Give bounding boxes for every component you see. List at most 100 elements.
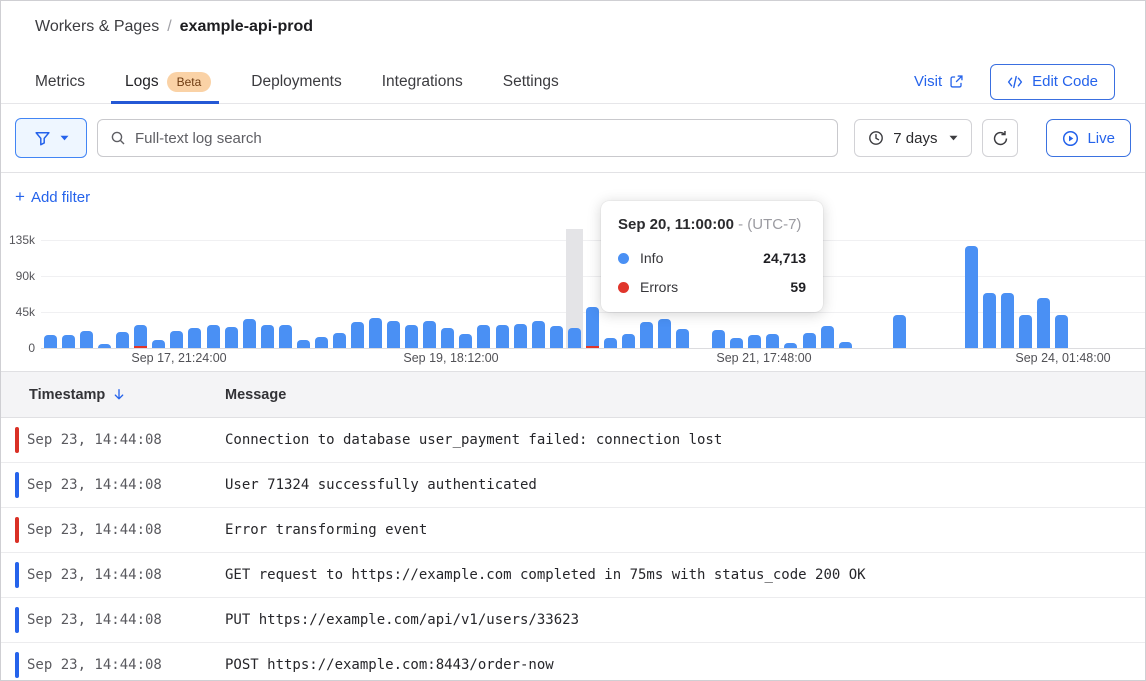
add-filter-button[interactable]: + Add filter (15, 187, 90, 207)
tab-integrations[interactable]: Integrations (382, 60, 463, 103)
chart-bar[interactable] (62, 335, 75, 348)
chart-bar[interactable] (188, 328, 201, 348)
chart-bar[interactable] (983, 293, 996, 348)
chart-bar[interactable] (1001, 293, 1014, 348)
log-row[interactable]: Sep 23, 14:44:08Connection to database u… (1, 418, 1145, 463)
chart-bar-info-segment (423, 321, 436, 348)
chart-bar[interactable] (134, 325, 147, 348)
chart-bar[interactable] (748, 335, 761, 348)
chart-bar[interactable] (550, 326, 563, 348)
chart-bar-info-segment (839, 342, 852, 348)
gridline (41, 240, 1145, 241)
live-button[interactable]: Live (1046, 119, 1131, 157)
chart-tooltip: Sep 20, 11:00:00 - (UTC-7) Info24,713Err… (601, 201, 823, 312)
log-timestamp: Sep 23, 14:44:08 (27, 612, 225, 628)
chart-bar-info-segment (188, 328, 201, 348)
log-row[interactable]: Sep 23, 14:44:08PUT https://example.com/… (1, 598, 1145, 643)
chart-bar[interactable] (351, 322, 364, 348)
search-icon (110, 130, 126, 146)
chart-bar[interactable] (568, 328, 581, 348)
chart-bar[interactable] (640, 322, 653, 348)
chart-bar[interactable] (170, 331, 183, 348)
log-row[interactable]: Sep 23, 14:44:08GET request to https://e… (1, 553, 1145, 598)
chart-bar[interactable] (784, 343, 797, 348)
chart-bar[interactable] (1019, 315, 1032, 348)
visit-link[interactable]: Visit (914, 73, 964, 90)
log-row[interactable]: Sep 23, 14:44:08Error transforming event (1, 508, 1145, 553)
chart-bar[interactable] (279, 325, 292, 348)
workers-logs-page: Workers & Pages / example-api-prod Metri… (0, 0, 1146, 681)
chart-bar[interactable] (225, 327, 238, 348)
log-search (97, 119, 838, 157)
chart-bar[interactable] (712, 330, 725, 348)
chart-bar[interactable] (839, 342, 852, 348)
sort-desc-icon (112, 387, 126, 402)
chart-bar[interactable] (387, 321, 400, 348)
chart-bar-info-segment (766, 334, 779, 348)
chart-bar[interactable] (333, 333, 346, 348)
chart-bar[interactable] (315, 337, 328, 348)
filter-menu-button[interactable] (15, 118, 87, 158)
chart-bar[interactable] (1037, 298, 1050, 348)
tooltip-timezone: - (UTC-7) (738, 216, 801, 233)
chart-bar-info-segment (784, 343, 797, 348)
chart-bar[interactable] (98, 344, 111, 348)
chart-bar[interactable] (803, 333, 816, 348)
chart-bar[interactable] (369, 318, 382, 348)
time-range-select[interactable]: 7 days (854, 119, 972, 157)
log-row[interactable]: Sep 23, 14:44:08POST https://example.com… (1, 643, 1145, 681)
chart-bar[interactable] (423, 321, 436, 348)
y-axis-tick: 135k (1, 233, 35, 247)
chart-bar[interactable] (44, 335, 57, 348)
tab-label: Logs (125, 73, 159, 91)
timestamp-column-header[interactable]: Timestamp (1, 387, 225, 403)
chart-bar[interactable] (658, 319, 671, 348)
chart-bar[interactable] (1055, 315, 1068, 348)
tab-settings[interactable]: Settings (503, 60, 559, 103)
chart-bar[interactable] (459, 334, 472, 348)
chart-bar-info-segment (803, 333, 816, 348)
legend-label: Errors (640, 279, 678, 295)
chart-bar[interactable] (893, 315, 906, 348)
chart-bar[interactable] (405, 325, 418, 348)
tab-logs[interactable]: LogsBeta (125, 60, 211, 103)
chart-bar[interactable] (622, 334, 635, 348)
chart-bar[interactable] (821, 326, 834, 348)
chart-bar[interactable] (730, 338, 743, 348)
chart-bar[interactable] (586, 307, 599, 348)
chart-bar[interactable] (676, 329, 689, 348)
chart-bar[interactable] (261, 325, 274, 348)
chart-bar[interactable] (441, 328, 454, 348)
clock-icon (868, 130, 884, 146)
chart-bar[interactable] (477, 325, 490, 348)
refresh-button[interactable] (982, 119, 1018, 157)
log-row[interactable]: Sep 23, 14:44:08User 71324 successfully … (1, 463, 1145, 508)
chart-bar[interactable] (604, 338, 617, 348)
legend-value: 59 (790, 279, 806, 295)
chart-bar-info-segment (730, 338, 743, 348)
tooltip-title: Sep 20, 11:00:00 - (UTC-7) (618, 216, 806, 233)
chart-bar[interactable] (965, 246, 978, 348)
filter-row: + Add filter (1, 173, 1145, 221)
chart-bar[interactable] (152, 340, 165, 348)
chart-bar[interactable] (297, 340, 310, 348)
chart-bar-info-segment (152, 340, 165, 348)
edit-code-button[interactable]: Edit Code (990, 64, 1115, 100)
tab-metrics[interactable]: Metrics (35, 60, 85, 103)
chart-bar[interactable] (496, 325, 509, 348)
search-input[interactable] (135, 130, 825, 147)
chart-bar-info-segment (297, 340, 310, 348)
chevron-down-icon (949, 135, 958, 141)
breadcrumb: Workers & Pages / example-api-prod (1, 18, 1145, 36)
chart-bar-info-segment (1019, 315, 1032, 348)
chart-bar[interactable] (766, 334, 779, 348)
chart-bar[interactable] (207, 325, 220, 348)
chart-bar[interactable] (116, 332, 129, 348)
chart-bar[interactable] (243, 319, 256, 348)
chart-bar[interactable] (80, 331, 93, 348)
chart-bar[interactable] (532, 321, 545, 348)
refresh-icon (992, 130, 1009, 147)
breadcrumb-section[interactable]: Workers & Pages (35, 18, 159, 36)
tab-deployments[interactable]: Deployments (251, 60, 341, 103)
chart-bar[interactable] (514, 324, 527, 348)
